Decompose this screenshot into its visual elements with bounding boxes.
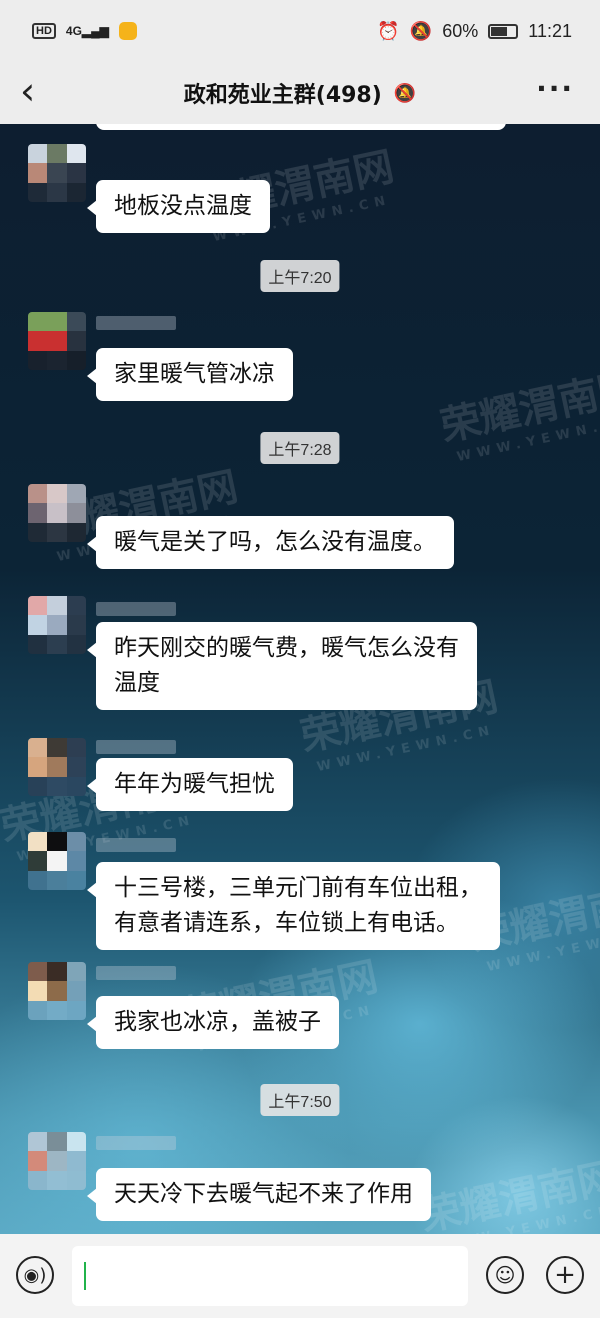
silent-icon: 🔕: [409, 20, 433, 41]
sender-name-redacted: [96, 1136, 176, 1150]
emoji-icon: ☺: [494, 1263, 516, 1287]
message-bubble[interactable]: 十三号楼，三单元门前有车位出租， 有意者请连系，车位锁上有电话。: [87, 862, 500, 950]
message-bubble[interactable]: 年年为暖气担忧: [87, 758, 293, 811]
chat-header: ‹ 政和苑业主群(498) 🔕 ···: [0, 62, 600, 124]
bell-off-icon: 🔕: [393, 82, 417, 104]
hd-badge: HD: [32, 23, 56, 39]
emoji-button[interactable]: ☺: [486, 1256, 524, 1294]
alarm-icon: ⏰: [377, 20, 400, 41]
timestamp: 上午7:28: [260, 432, 340, 464]
battery-percent: 60%: [442, 20, 479, 41]
message-input[interactable]: [72, 1246, 468, 1306]
status-left: HD 4G▂▄▆: [32, 22, 137, 40]
avatar[interactable]: [28, 312, 86, 370]
avatar[interactable]: [28, 144, 86, 202]
avatar[interactable]: [28, 962, 86, 1020]
network-signal-icon: 4G▂▄▆: [65, 24, 109, 38]
avatar[interactable]: [28, 1132, 86, 1190]
input-bar: ◉) ☺ +: [0, 1234, 600, 1318]
watermark-sub: WWW.YEWN.CN: [455, 412, 600, 466]
watermark: 荣耀渭南网WWW.YEWN.CN: [415, 1144, 600, 1234]
avatar[interactable]: [28, 832, 86, 890]
avatar[interactable]: [28, 596, 86, 654]
avatar[interactable]: [28, 738, 86, 796]
watermark-text: 荣耀渭南网: [416, 1153, 600, 1234]
voice-button[interactable]: ◉): [16, 1256, 54, 1294]
timestamp: 上午7:50: [260, 1084, 340, 1116]
avatar[interactable]: [28, 484, 86, 542]
sender-name-redacted: [96, 740, 176, 754]
plus-icon: +: [554, 1260, 576, 1290]
watermark-sub: WWW.YEWN.CN: [435, 1202, 600, 1234]
sender-name-redacted: [96, 316, 176, 330]
message-bubble[interactable]: 天天冷下去暖气起不来了作用: [87, 1168, 431, 1221]
watermark-text: 荣耀渭南网: [436, 363, 600, 451]
sender-name-redacted: [96, 838, 176, 852]
message-bubble[interactable]: 地板没点温度: [87, 180, 270, 233]
timestamp: 上午7:20: [260, 260, 340, 292]
message-bubble[interactable]: 昨天刚交的暖气费，暖气怎么没有 温度: [87, 622, 477, 710]
watermark-sub: WWW.YEWN.CN: [315, 722, 497, 776]
message-bubble[interactable]: 家里暖气管冰凉: [87, 348, 293, 401]
watermark: 荣耀渭南网WWW.YEWN.CN: [435, 354, 600, 467]
status-right: ⏰ 🔕 60% 11:21: [377, 21, 572, 42]
back-button[interactable]: ‹: [20, 72, 35, 110]
app-notification-icon: [118, 22, 137, 40]
text-caret: [84, 1262, 86, 1290]
more-dots-icon[interactable]: ···: [536, 72, 574, 105]
chat-title: 政和苑业主群(498): [183, 83, 382, 108]
battery-icon: [488, 23, 519, 39]
clock: 11:21: [528, 20, 572, 41]
chat-area[interactable]: 荣耀渭南网WWW.YEWN.CN 荣耀渭南网WWW.YEWN.CN 荣耀渭南网W…: [0, 124, 600, 1234]
voice-icon: ◉): [23, 1264, 47, 1286]
message-bubble[interactable]: 暖气是关了吗，怎么没有温度。: [87, 516, 454, 569]
status-bar: HD 4G▂▄▆ ⏰ 🔕 60% 11:21: [0, 0, 600, 62]
sender-name-redacted: [96, 966, 176, 980]
sender-name-redacted: [96, 602, 176, 616]
message-bubble[interactable]: 我家也冰凉，盖被子: [87, 996, 339, 1049]
network-label: 4G: [65, 24, 82, 38]
previous-message-bubble: [96, 124, 506, 130]
plus-button[interactable]: +: [546, 1256, 584, 1294]
